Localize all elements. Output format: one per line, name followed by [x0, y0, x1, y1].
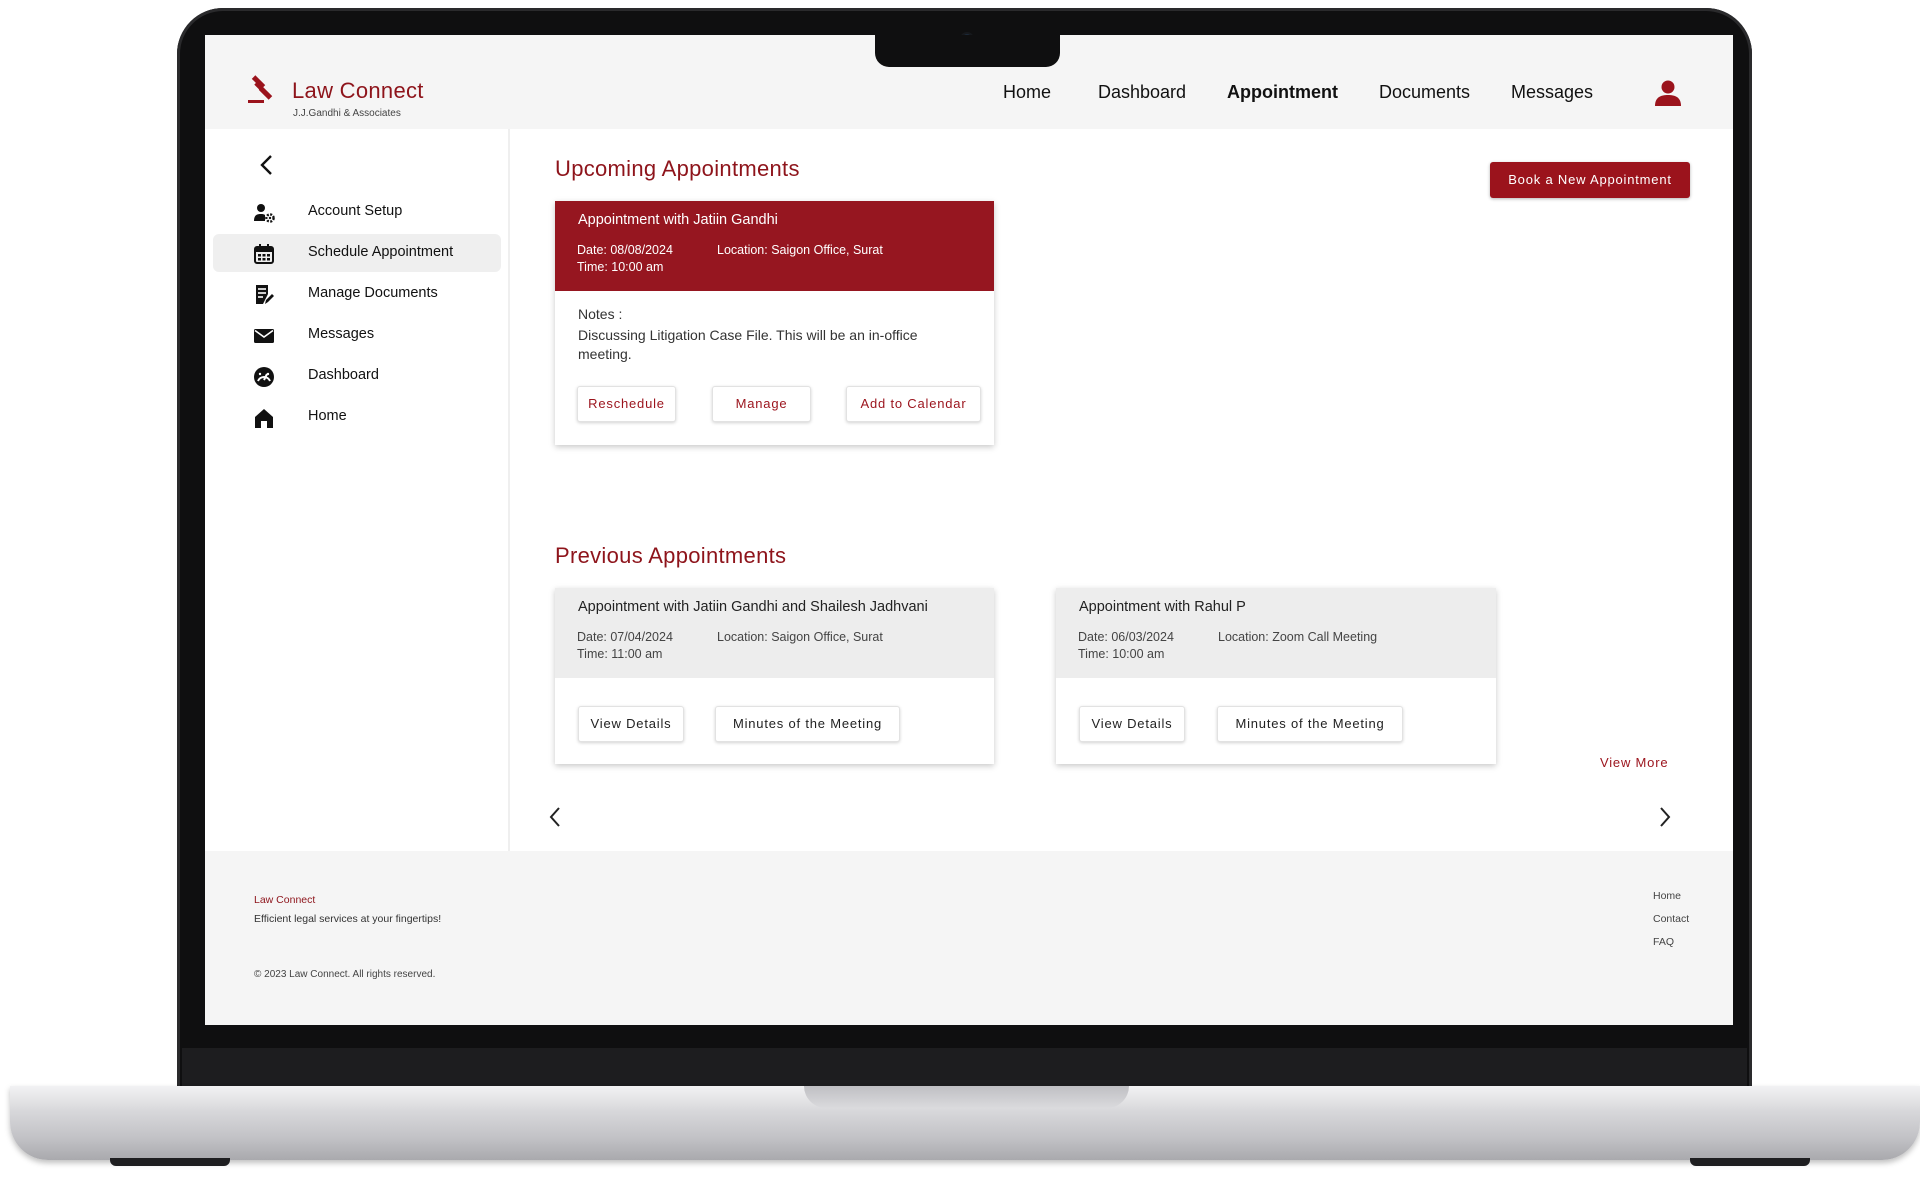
sidebar-item-dashboard[interactable]: Dashboard: [213, 357, 501, 395]
sidebar-item-account-setup[interactable]: Account Setup: [213, 193, 501, 231]
document-edit-icon: [256, 285, 274, 304]
minutes-of-meeting-button[interactable]: Minutes of the Meeting: [715, 706, 900, 742]
user-icon[interactable]: [1654, 79, 1682, 107]
upcoming-appointment-card: Appointment with Jatiin Gandhi Date: 08/…: [555, 201, 994, 445]
sidebar-item-label: Dashboard: [308, 367, 379, 383]
nav-dashboard[interactable]: Dashboard: [1098, 82, 1186, 103]
previous-appointment-card: Appointment with Jatiin Gandhi and Shail…: [555, 588, 994, 764]
camera-notch: [875, 35, 1060, 67]
card-header: Appointment with Jatiin Gandhi Date: 08/…: [555, 201, 994, 291]
footer-link-faq[interactable]: FAQ: [1653, 936, 1674, 948]
laptop-mockup: Law Connect J.J.Gandhi & Associates Home…: [0, 0, 1920, 1178]
manage-button[interactable]: Manage: [712, 386, 811, 422]
footer-link-home[interactable]: Home: [1653, 890, 1681, 902]
upcoming-appointments-heading: Upcoming Appointments: [555, 156, 800, 181]
sidebar-item-label: Messages: [308, 326, 375, 342]
sidebar-item-manage-documents[interactable]: Manage Documents: [213, 275, 501, 313]
previous-appointments-heading: Previous Appointments: [555, 543, 787, 568]
sidebar-item-schedule-appointment[interactable]: Schedule Appointment: [213, 234, 501, 272]
footer-link-contact[interactable]: Contact: [1653, 913, 1689, 925]
brand-subtitle: J.J.Gandhi & Associates: [293, 108, 401, 119]
nav-home[interactable]: Home: [1003, 82, 1051, 103]
appointment-date: Date: 08/08/2024: [577, 243, 673, 257]
appointment-location: Location: Saigon Office, Surat: [717, 243, 883, 257]
brand-name[interactable]: Law Connect: [292, 78, 424, 104]
appointment-title: Appointment with Jatiin Gandhi: [578, 212, 778, 228]
view-more-link[interactable]: View More: [1600, 755, 1668, 770]
nav-messages[interactable]: Messages: [1511, 82, 1593, 103]
sidebar-item-label: Schedule Appointment: [308, 244, 454, 260]
app-screen: Law Connect J.J.Gandhi & Associates Home…: [205, 35, 1733, 1025]
previous-appointment-card: Appointment with Rahul P Date: 06/03/202…: [1056, 588, 1496, 764]
sidebar-item-label: Manage Documents: [308, 285, 438, 301]
envelope-icon: [254, 329, 274, 343]
appointment-location: Location: Saigon Office, Surat: [717, 630, 883, 644]
calendar-icon: [254, 244, 274, 264]
home-icon: [255, 409, 273, 428]
nav-appointment[interactable]: Appointment: [1227, 82, 1338, 103]
chevron-left-icon[interactable]: [547, 805, 563, 829]
footer-copyright: © 2023 Law Connect. All rights reserved.: [254, 969, 436, 980]
sidebar: Account Setup Schedule Appointment Manag…: [205, 129, 510, 851]
notes-label: Notes :: [578, 306, 623, 322]
appointment-notes: Discussing Litigation Case File. This wi…: [578, 327, 918, 362]
minutes-of-meeting-button[interactable]: Minutes of the Meeting: [1217, 706, 1403, 742]
view-details-button[interactable]: View Details: [1079, 706, 1185, 742]
gauge-icon: [254, 367, 274, 387]
footer-brand: Law Connect: [254, 894, 316, 906]
sidebar-item-home[interactable]: Home: [213, 398, 501, 436]
book-appointment-button[interactable]: Book a New Appointment: [1490, 162, 1690, 198]
card-header: Appointment with Jatiin Gandhi and Shail…: [555, 588, 994, 678]
appointment-title: Appointment with Rahul P: [1079, 599, 1246, 615]
appointment-location: Location: Zoom Call Meeting: [1218, 630, 1378, 644]
chevron-left-icon[interactable]: [257, 153, 277, 177]
laptop-foot-left: [110, 1158, 230, 1166]
card-header: Appointment with Rahul P Date: 06/03/202…: [1056, 588, 1496, 678]
appointment-time: Time: 11:00 am: [577, 647, 663, 661]
laptop-foot-right: [1690, 1158, 1810, 1166]
footer: [205, 851, 1733, 1025]
laptop-hinge: [182, 1048, 1747, 1086]
sidebar-item-messages[interactable]: Messages: [213, 316, 501, 354]
chevron-right-icon[interactable]: [1657, 805, 1673, 829]
appointment-title: Appointment with Jatiin Gandhi and Shail…: [578, 599, 928, 615]
add-to-calendar-button[interactable]: Add to Calendar: [846, 386, 981, 422]
footer-tagline: Efficient legal services at your fingert…: [254, 913, 442, 925]
user-gear-icon: [254, 204, 275, 223]
laptop-opening-notch: [804, 1086, 1129, 1108]
sidebar-item-label: Home: [308, 408, 347, 424]
appointment-date: Date: 06/03/2024: [1078, 630, 1174, 644]
gavel-logo-icon: [248, 75, 273, 103]
appointment-time: Time: 10:00 am: [577, 260, 664, 274]
appointment-date: Date: 07/04/2024: [577, 630, 673, 644]
appointment-time: Time: 10:00 am: [1078, 647, 1165, 661]
nav-documents[interactable]: Documents: [1379, 82, 1470, 103]
reschedule-button[interactable]: Reschedule: [577, 386, 676, 422]
view-details-button[interactable]: View Details: [578, 706, 684, 742]
sidebar-item-label: Account Setup: [308, 203, 403, 219]
